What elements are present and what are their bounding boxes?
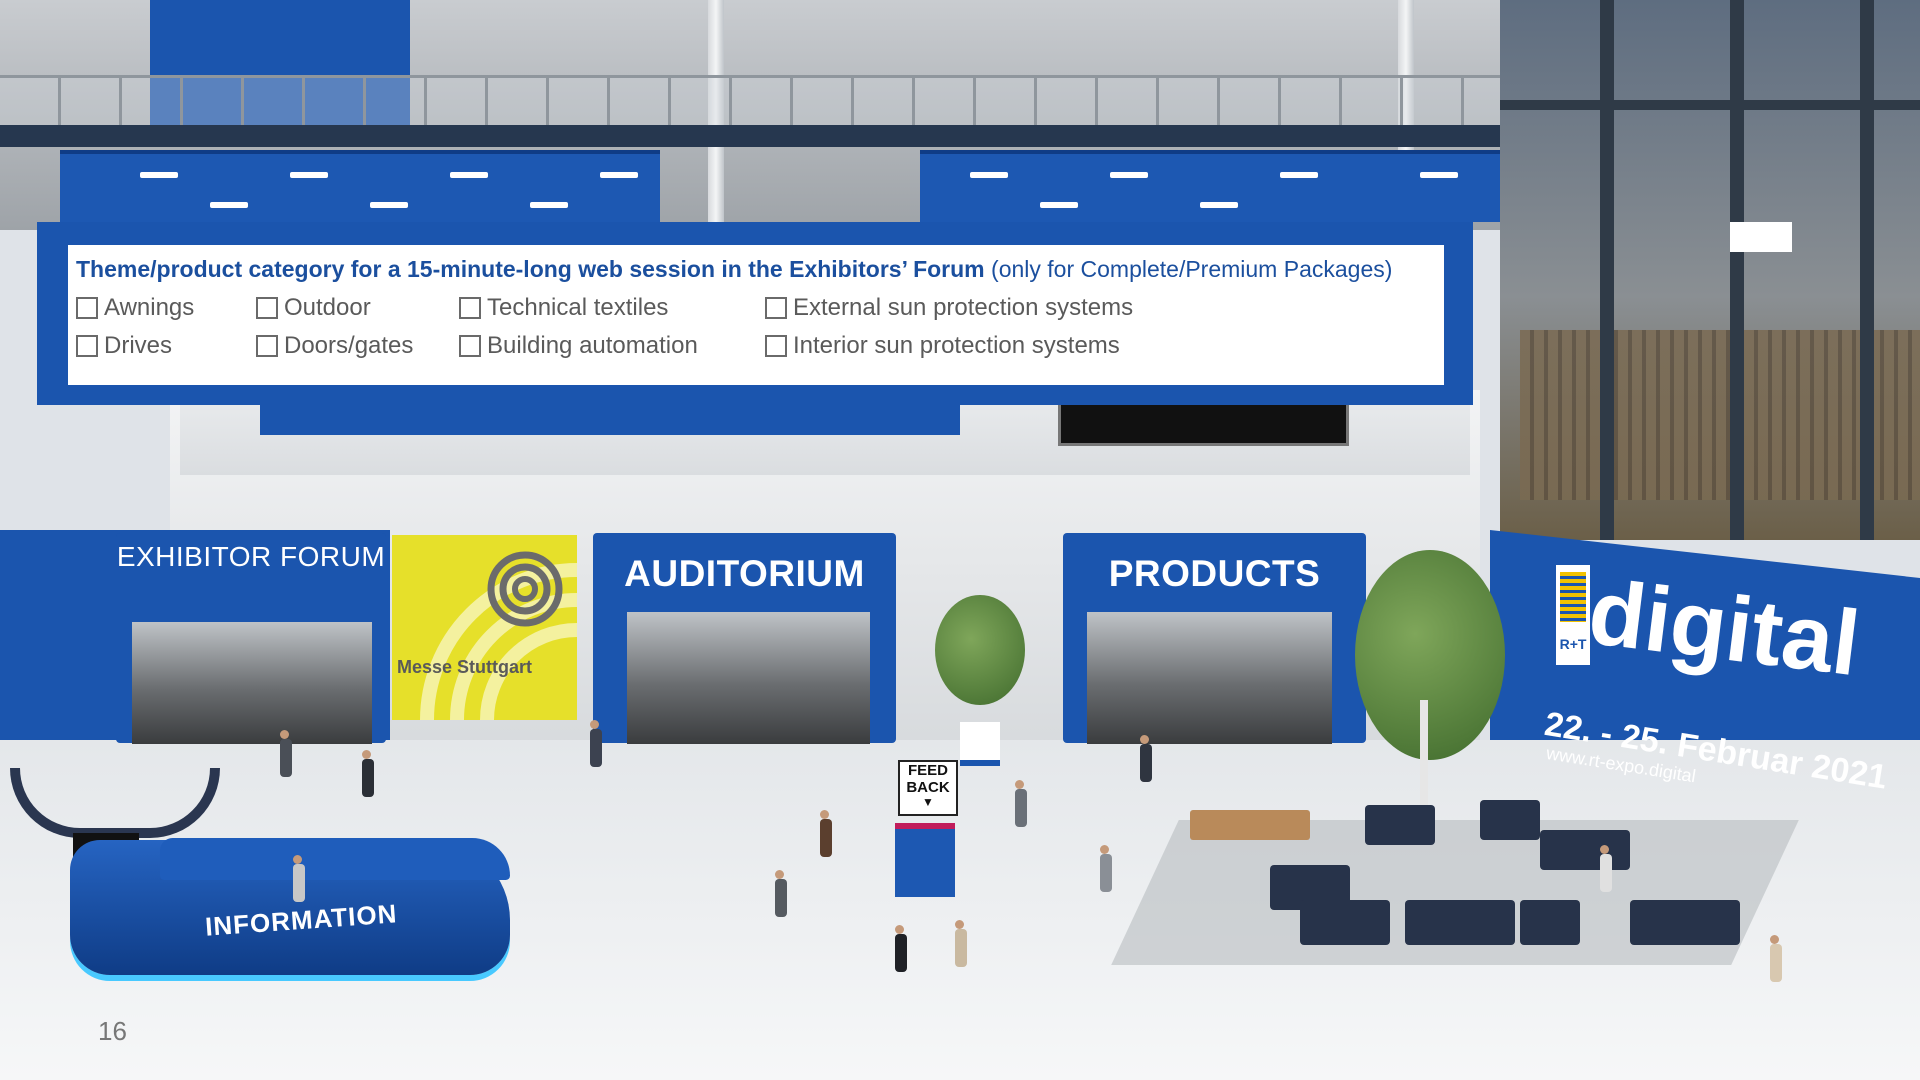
visitor-figure <box>1100 845 1112 892</box>
window-mullion <box>1730 0 1744 540</box>
lounge-sofa <box>1630 900 1740 945</box>
option-interior-sun-protection[interactable]: Interior sun protection systems <box>765 332 1120 360</box>
option-drives[interactable]: Drives <box>76 332 172 360</box>
option-awnings[interactable]: Awnings <box>76 294 194 322</box>
option-label: Awnings <box>104 294 195 321</box>
option-outdoor[interactable]: Outdoor <box>256 294 371 322</box>
option-label: Technical textiles <box>487 294 669 321</box>
checkbox-icon[interactable] <box>76 297 98 319</box>
option-label: Interior sun protection systems <box>793 332 1120 359</box>
rt-logo-stripes <box>1560 572 1586 622</box>
visitor-figure <box>775 870 787 917</box>
lounge-sofa <box>1540 830 1630 870</box>
option-label: Building automation <box>487 332 698 359</box>
option-doors-gates[interactable]: Doors/gates <box>256 332 413 360</box>
checkbox-icon[interactable] <box>256 297 278 319</box>
products-label: PRODUCTS <box>1108 553 1321 594</box>
visitor-figure <box>955 920 967 967</box>
ceiling-light <box>1040 202 1078 208</box>
visitor-figure <box>895 925 907 972</box>
gallery-floor <box>0 125 1610 147</box>
video-screen <box>1058 400 1349 446</box>
option-technical-textiles[interactable]: Technical textiles <box>459 294 668 322</box>
exhibitor-forum-entrance[interactable] <box>132 622 372 744</box>
checkbox-icon[interactable] <box>765 335 787 357</box>
lounge-sofa <box>1365 805 1435 845</box>
visitor-figure <box>1140 735 1152 782</box>
products-entrance[interactable] <box>1087 612 1332 744</box>
staff-figure <box>293 855 305 902</box>
lounge-sofa <box>1480 800 1540 840</box>
option-building-automation[interactable]: Building automation <box>459 332 698 360</box>
ceiling-light <box>600 172 638 178</box>
checkbox-icon[interactable] <box>256 335 278 357</box>
ceiling-panel <box>920 150 1510 222</box>
ceiling-light <box>970 172 1008 178</box>
form-title-note: (only for Complete/Premium Packages) <box>991 256 1393 282</box>
option-label: Doors/gates <box>284 332 414 359</box>
ceiling-light <box>140 172 178 178</box>
lounge-sofa <box>1520 900 1580 945</box>
feedback-sign[interactable]: FEED BACK ▼ <box>898 760 958 816</box>
ceiling-panel <box>60 150 660 222</box>
auditorium-entrance[interactable] <box>627 612 870 744</box>
ceiling-light <box>290 172 328 178</box>
ceiling-light <box>450 172 488 178</box>
birch-tree <box>1355 550 1505 760</box>
page-number: 16 <box>98 1016 127 1046</box>
visitor-figure <box>362 750 374 797</box>
lounge-sofa <box>1300 900 1390 945</box>
checkbox-icon[interactable] <box>459 335 481 357</box>
messe-spiral-logo <box>487 551 563 627</box>
window-mullion <box>1600 0 1614 540</box>
exhibitor-forum-label: EXHIBITOR FORUM <box>116 541 386 572</box>
ceiling-light <box>1200 202 1238 208</box>
ceiling-light <box>530 202 568 208</box>
information-desk-top <box>160 838 510 880</box>
auditorium-label: AUDITORIUM <box>624 553 865 594</box>
lounge-sofa <box>1405 900 1515 945</box>
visitor-figure <box>820 810 832 857</box>
visitor-figure <box>590 720 602 767</box>
feedback-stand[interactable] <box>895 823 955 897</box>
visitor-figure <box>1600 845 1612 892</box>
ceiling-light <box>210 202 248 208</box>
checkbox-icon[interactable] <box>765 297 787 319</box>
window-mullion <box>1860 0 1874 540</box>
option-label: Outdoor <box>284 294 371 321</box>
feedback-line2: BACK <box>906 779 950 796</box>
window-mullion <box>1500 100 1920 110</box>
ceiling-light <box>1110 172 1148 178</box>
ceiling-light <box>370 202 408 208</box>
feedback-line1: FEED <box>907 762 948 779</box>
cafe-tables <box>1190 810 1310 840</box>
checkbox-icon[interactable] <box>76 335 98 357</box>
tree-planter <box>960 722 1000 766</box>
checkbox-icon[interactable] <box>459 297 481 319</box>
potted-tree <box>935 595 1025 705</box>
visitor-figure <box>1015 780 1027 827</box>
option-label: External sun protection systems <box>793 294 1134 321</box>
option-external-sun-protection[interactable]: External sun protection systems <box>765 294 1133 322</box>
form-title: Theme/product category for a 15-minute-l… <box>76 256 1392 283</box>
white-marker <box>1730 222 1792 252</box>
messe-stuttgart-label: Messe Stuttgart <box>397 657 533 677</box>
ceiling-light <box>1420 172 1458 178</box>
ceiling-light <box>1280 172 1318 178</box>
option-label: Drives <box>104 332 173 359</box>
form-title-main: Theme/product category for a 15-minute-l… <box>76 256 985 282</box>
visitor-figure <box>1770 935 1782 982</box>
visitor-figure <box>280 730 292 777</box>
down-arrow-icon: ▼ <box>922 795 934 809</box>
